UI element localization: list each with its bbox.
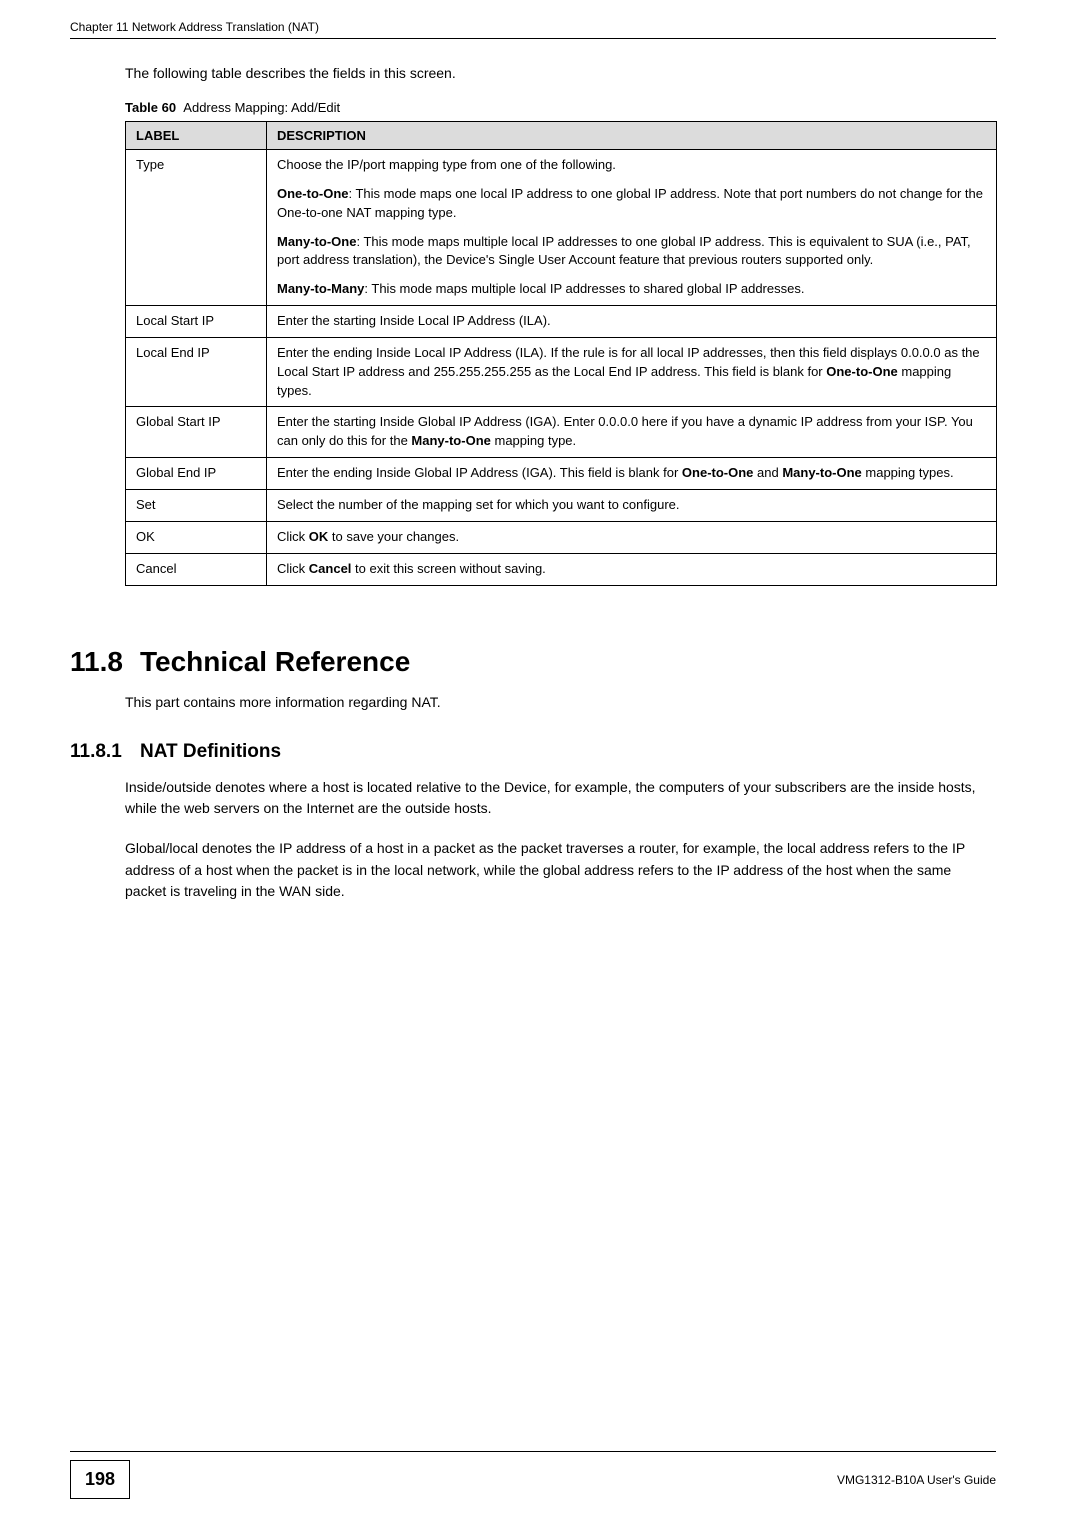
bold-term: One-to-One	[277, 186, 349, 201]
row-description: Enter the ending Inside Local IP Address…	[267, 337, 997, 407]
row-description: Select the number of the mapping set for…	[267, 489, 997, 521]
table-row: Type Choose the IP/port mapping type from…	[126, 150, 997, 306]
row-label: Global Start IP	[126, 407, 267, 458]
desc-line: Enter the ending Inside Global IP Addres…	[277, 464, 986, 483]
chapter-label: Chapter 11 Network Address Translation (…	[70, 20, 319, 34]
address-mapping-table: LABEL DESCRIPTION Type Choose the IP/port…	[125, 121, 997, 586]
desc-line: Many-to-Many: This mode maps multiple lo…	[277, 280, 986, 299]
table-row: CancelClick Cancel to exit this screen w…	[126, 553, 997, 585]
footer-row: 198 VMG1312-B10A User's Guide	[70, 1460, 996, 1499]
row-label: Set	[126, 489, 267, 521]
row-description: Enter the starting Inside Local IP Addre…	[267, 306, 997, 338]
subsection-title: NAT Definitions	[140, 741, 281, 762]
table-row: Local End IPEnter the ending Inside Loca…	[126, 337, 997, 407]
row-description: Click OK to save your changes.	[267, 521, 997, 553]
table-body: Type Choose the IP/port mapping type from…	[126, 150, 997, 586]
section-intro: This part contains more information rega…	[125, 692, 996, 713]
body-paragraph: Inside/outside denotes where a host is l…	[125, 777, 996, 820]
table-row: Local Start IP Enter the starting Inside …	[126, 306, 997, 338]
bold-term: OK	[309, 529, 329, 544]
table-header-row: LABEL DESCRIPTION	[126, 122, 997, 150]
bold-term: Many-to-One	[411, 433, 490, 448]
row-description: Enter the starting Inside Global IP Addr…	[267, 407, 997, 458]
page-footer: 198 VMG1312-B10A User's Guide	[70, 1445, 996, 1500]
desc-line: One-to-One: This mode maps one local IP …	[277, 185, 986, 223]
table-row: OKClick OK to save your changes.	[126, 521, 997, 553]
table-row: Global Start IP Enter the starting Inside…	[126, 407, 997, 458]
row-label: Type	[126, 150, 267, 306]
bold-term: One-to-One	[826, 364, 898, 379]
desc-line: Many-to-One: This mode maps multiple loc…	[277, 233, 986, 271]
desc-line: Click OK to save your changes.	[277, 528, 986, 547]
page-number-box: 198	[70, 1460, 130, 1499]
row-description: Choose the IP/port mapping type from one…	[267, 150, 997, 306]
body-paragraph: Global/local denotes the IP address of a…	[125, 838, 996, 903]
guide-label: VMG1312-B10A User's Guide	[837, 1473, 996, 1487]
desc-line: Choose the IP/port mapping type from one…	[277, 156, 986, 175]
row-label: Global End IP	[126, 458, 267, 490]
row-label: Cancel	[126, 553, 267, 585]
row-label: OK	[126, 521, 267, 553]
desc-line: Enter the starting Inside Global IP Addr…	[277, 413, 986, 451]
bold-term: One-to-One	[682, 465, 754, 480]
col-label: LABEL	[126, 122, 267, 150]
footer-rule	[70, 1451, 996, 1452]
bold-term: Many-to-Many	[277, 281, 364, 296]
bold-term: Cancel	[309, 561, 352, 576]
desc-line: Enter the ending Inside Local IP Address…	[277, 344, 986, 401]
intro-text: The following table describes the fields…	[125, 63, 996, 84]
row-label: Local Start IP	[126, 306, 267, 338]
bold-term: Many-to-One	[782, 465, 861, 480]
table-number: Table 60	[125, 100, 176, 115]
section-title: Technical Reference	[140, 646, 410, 677]
col-description: DESCRIPTION	[267, 122, 997, 150]
row-label: Local End IP	[126, 337, 267, 407]
desc-line: Select the number of the mapping set for…	[277, 496, 986, 515]
header-rule	[70, 38, 996, 39]
section-number: 11.8	[70, 646, 140, 678]
row-description: Enter the ending Inside Global IP Addres…	[267, 458, 997, 490]
section-heading: 11.8Technical Reference	[70, 646, 996, 678]
running-header: Chapter 11 Network Address Translation (…	[70, 20, 996, 34]
bold-term: Many-to-One	[277, 234, 356, 249]
table-row: Global End IP Enter the ending Inside Glo…	[126, 458, 997, 490]
desc-line: Click Cancel to exit this screen without…	[277, 560, 986, 579]
subsection-number: 11.8.1	[70, 741, 140, 763]
subsection-heading: 11.8.1NAT Definitions	[70, 741, 996, 763]
table-title: Address Mapping: Add/Edit	[183, 100, 340, 115]
table-caption: Table 60 Address Mapping: Add/Edit	[125, 100, 996, 115]
page-container: Chapter 11 Network Address Translation (…	[0, 0, 1066, 1524]
table-row: Set Select the number of the mapping set …	[126, 489, 997, 521]
row-description: Click Cancel to exit this screen without…	[267, 553, 997, 585]
desc-line: Enter the starting Inside Local IP Addre…	[277, 312, 986, 331]
